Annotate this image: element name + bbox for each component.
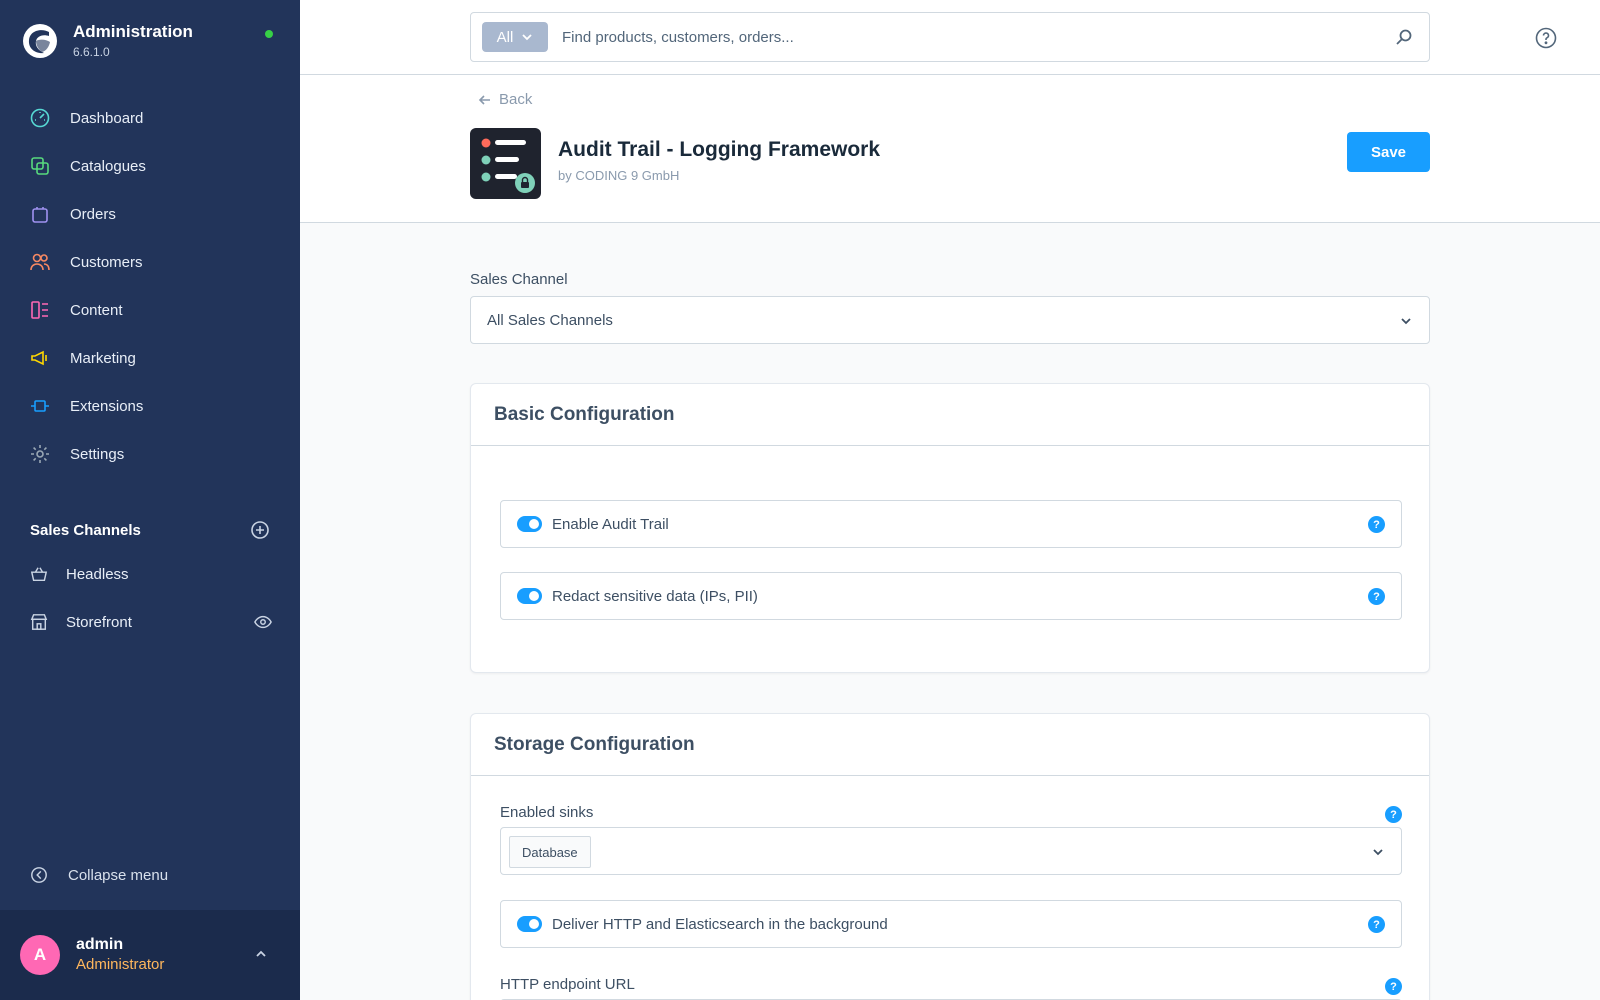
sales-channel-storefront[interactable]: Storefront [0, 598, 300, 646]
catalogue-icon [31, 157, 49, 175]
online-status-dot [265, 30, 273, 38]
background-delivery-switch[interactable] [517, 916, 542, 932]
card-title: Basic Configuration [471, 384, 1429, 446]
back-link[interactable]: Back [478, 91, 532, 108]
enable-audit-trail-row: Enable Audit Trail ? [500, 500, 1402, 548]
shopping-bag-icon [32, 207, 48, 223]
sales-channels-title: Sales Channels [30, 521, 141, 539]
user-panel[interactable]: A admin Administrator [0, 910, 300, 1000]
help-circle-icon[interactable] [1535, 27, 1557, 49]
nav-label: Customers [70, 253, 143, 271]
toggle-label: Deliver HTTP and Elasticsearch in the ba… [552, 915, 888, 933]
main-nav: Dashboard Catalogues Orders Customers Co… [0, 94, 300, 478]
nav-item-extensions[interactable]: Extensions [0, 382, 300, 430]
enable-audit-trail-switch[interactable] [517, 516, 542, 532]
nav-label: Dashboard [70, 109, 144, 127]
megaphone-icon [31, 350, 47, 366]
dashboard-gauge-icon [30, 108, 50, 128]
search-type-label: All [496, 28, 514, 46]
page-header: Back Audit Trail - Logging Framework by … [300, 75, 1600, 223]
arrow-left-icon [478, 94, 490, 105]
help-tooltip-icon[interactable]: ? [1385, 806, 1402, 823]
users-icon [30, 253, 50, 271]
storefront-icon [30, 614, 48, 630]
nav-label: Extensions [70, 397, 144, 415]
topbar: All [300, 0, 1600, 75]
nav-item-content[interactable]: Content [0, 286, 300, 334]
brand[interactable]: Administration 6.6.1.0 [22, 22, 193, 59]
nav-item-orders[interactable]: Orders [0, 190, 300, 238]
page-title: Audit Trail - Logging Framework [558, 138, 881, 161]
avatar: A [20, 935, 60, 975]
save-button[interactable]: Save [1347, 132, 1430, 172]
storage-configuration-card: Storage Configuration Enabled sinks ? Da… [470, 713, 1430, 1000]
sales-channel-label: Headless [66, 565, 129, 583]
help-tooltip-icon[interactable]: ? [1368, 516, 1385, 533]
add-circle-icon[interactable] [250, 520, 270, 540]
content-layout-icon [31, 301, 48, 319]
redact-sensitive-data-row: Redact sensitive data (IPs, PII) ? [500, 572, 1402, 620]
nav-item-marketing[interactable]: Marketing [0, 334, 300, 382]
shopware-logo-icon [23, 23, 57, 58]
basic-configuration-card: Basic Configuration Enable Audit Trail ?… [470, 383, 1430, 673]
nav-item-customers[interactable]: Customers [0, 238, 300, 286]
plug-icon [31, 400, 49, 412]
sales-channels-header: Sales Channels [30, 518, 270, 542]
redact-sensitive-data-switch[interactable] [517, 588, 542, 604]
chevron-down-icon [522, 34, 532, 41]
help-tooltip-icon[interactable]: ? [1385, 978, 1402, 995]
plugin-icon [470, 128, 541, 199]
collapse-menu-button[interactable]: Collapse menu [30, 866, 168, 884]
app-version: 6.6.1.0 [73, 45, 110, 59]
user-name: admin [76, 936, 124, 953]
toggle-label: Enable Audit Trail [552, 515, 669, 533]
nav-label: Content [70, 301, 123, 319]
sales-channel-list: Headless Storefront [0, 550, 300, 646]
chevron-down-icon [1401, 318, 1411, 325]
enabled-sinks-label: Enabled sinks [500, 804, 594, 821]
app-title: Administration [73, 22, 193, 41]
global-search: All [470, 12, 1430, 62]
back-label: Back [499, 91, 533, 108]
nav-item-settings[interactable]: Settings [0, 430, 300, 478]
search-type-select[interactable]: All [482, 22, 548, 52]
sales-channel-value: All Sales Channels [487, 311, 613, 329]
http-endpoint-label: HTTP endpoint URL [500, 976, 635, 993]
search-input[interactable] [562, 28, 1395, 46]
sales-channel-label: Sales Channel [470, 271, 568, 288]
sales-channel-select[interactable]: All Sales Channels [470, 296, 1430, 344]
chevron-left-circle-icon [31, 867, 47, 883]
user-role: Administrator [76, 956, 165, 973]
background-delivery-row: Deliver HTTP and Elasticsearch in the ba… [500, 900, 1402, 948]
help-tooltip-icon[interactable]: ? [1368, 916, 1385, 933]
chevron-up-icon[interactable] [253, 946, 269, 962]
sales-channel-headless[interactable]: Headless [0, 550, 300, 598]
audit-list-icon [481, 138, 535, 193]
sink-chip[interactable]: Database [509, 836, 591, 868]
plugin-vendor: by CODING 9 GmbH [558, 168, 680, 183]
collapse-menu-label: Collapse menu [68, 866, 169, 884]
enabled-sinks-select[interactable]: Database [500, 827, 1402, 875]
chevron-down-icon [1373, 849, 1383, 856]
search-icon[interactable] [1395, 28, 1413, 46]
nav-label: Settings [70, 445, 125, 463]
nav-label: Catalogues [70, 157, 146, 175]
nav-label: Orders [70, 205, 116, 223]
nav-label: Marketing [70, 349, 136, 367]
nav-item-catalogues[interactable]: Catalogues [0, 142, 300, 190]
gear-icon [31, 445, 49, 463]
eye-icon[interactable] [254, 613, 272, 631]
basket-icon [30, 567, 48, 582]
sales-channel-label: Storefront [66, 613, 132, 631]
card-title: Storage Configuration [471, 714, 1429, 776]
toggle-label: Redact sensitive data (IPs, PII) [552, 587, 758, 605]
sidebar: Administration 6.6.1.0 Dashboard Catalog… [0, 0, 300, 1000]
help-tooltip-icon[interactable]: ? [1368, 588, 1385, 605]
nav-item-dashboard[interactable]: Dashboard [0, 94, 300, 142]
